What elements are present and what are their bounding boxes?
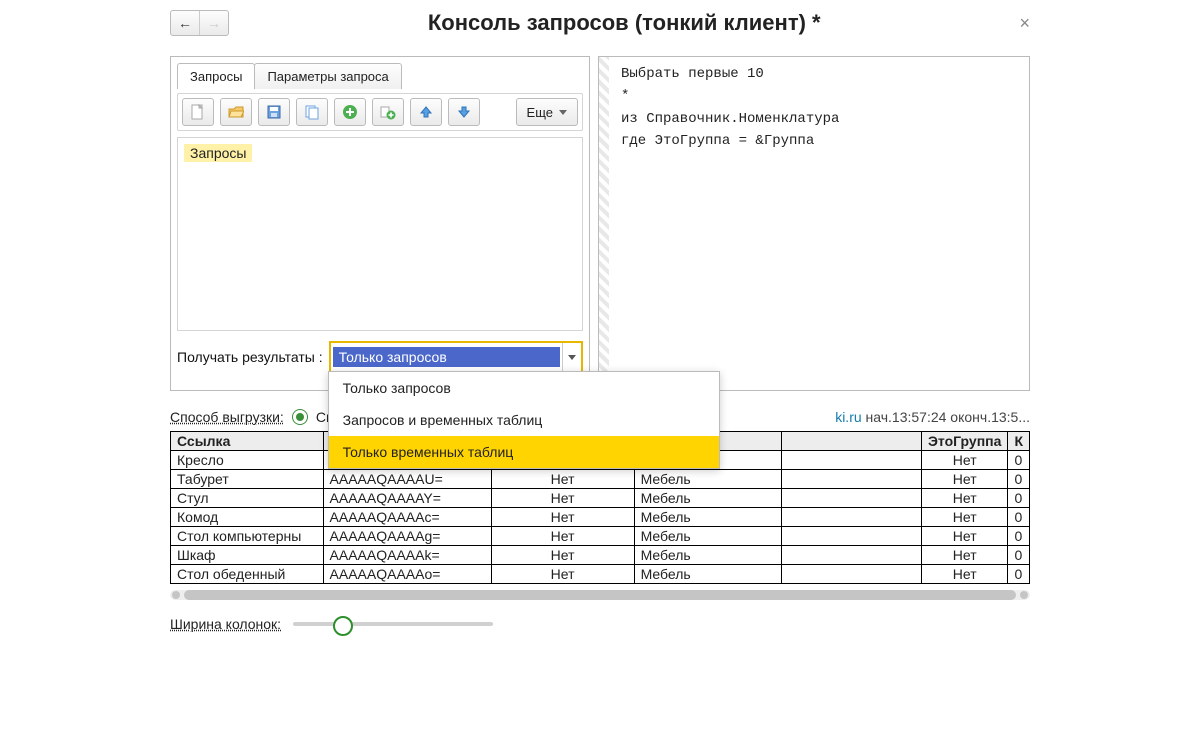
query-text-panel[interactable]: Выбрать первые 10 * из Справочник.Номенк…	[598, 56, 1030, 391]
table-cell: Комод	[171, 508, 324, 527]
table-cell: Стул	[171, 489, 324, 508]
table-row[interactable]: ШкафAAAAAQAAAAk=НетМебельНет0	[171, 546, 1030, 565]
timing-info: нач.13:57:24 оконч.13:5...	[866, 409, 1030, 425]
table-cell: Нет	[921, 565, 1008, 584]
open-icon[interactable]	[220, 98, 252, 126]
column-header[interactable]	[782, 432, 922, 451]
query-gutter	[599, 57, 609, 390]
table-cell: AAAAAQAAAAY=	[323, 489, 491, 508]
table-row[interactable]: СтулAAAAAQAAAAY=НетМебельНет0	[171, 489, 1030, 508]
column-header[interactable]: Ссылка	[171, 432, 324, 451]
table-cell: Нет	[921, 546, 1008, 565]
table-cell: 0	[1008, 565, 1030, 584]
move-down-icon[interactable]	[448, 98, 480, 126]
add-child-icon[interactable]	[372, 98, 404, 126]
table-cell: Нет	[921, 470, 1008, 489]
table-row[interactable]: Стол компьютерныAAAAAQAAAAg=НетМебельНет…	[171, 527, 1030, 546]
chevron-down-icon	[568, 355, 576, 360]
table-cell: 0	[1008, 508, 1030, 527]
column-width-label: Ширина колонок:	[170, 616, 281, 632]
table-cell	[782, 565, 922, 584]
close-button[interactable]: ×	[1019, 13, 1030, 34]
nav-buttons: ← →	[170, 10, 229, 36]
select-dropdown-button[interactable]	[562, 343, 581, 371]
table-cell: 0	[1008, 470, 1030, 489]
column-header[interactable]: ЭтоГруппа	[921, 432, 1008, 451]
table-cell: AAAAAQAAAAo=	[323, 565, 491, 584]
table-cell: Мебель	[634, 508, 782, 527]
source-link[interactable]: ki.ru	[835, 409, 861, 425]
table-cell: Нет	[921, 527, 1008, 546]
table-cell: Мебель	[634, 489, 782, 508]
table-cell: Нет	[491, 489, 634, 508]
option-only-queries[interactable]: Только запросов	[329, 372, 719, 404]
table-cell: Нет	[921, 508, 1008, 527]
column-header[interactable]: К	[1008, 432, 1030, 451]
output-mode-label: Способ выгрузки:	[170, 409, 284, 425]
table-cell	[782, 470, 922, 489]
table-cell	[782, 489, 922, 508]
back-button[interactable]: ←	[171, 11, 200, 35]
queries-panel: Запросы Параметры запроса Еще Запросы	[170, 56, 590, 391]
chevron-down-icon	[559, 110, 567, 115]
table-cell: Стол обеденный	[171, 565, 324, 584]
query-text[interactable]: Выбрать первые 10 * из Справочник.Номенк…	[621, 63, 1021, 153]
table-cell	[782, 527, 922, 546]
forward-button[interactable]: →	[200, 11, 228, 35]
table-cell: Мебель	[634, 470, 782, 489]
new-icon[interactable]	[182, 98, 214, 126]
query-tree[interactable]: Запросы	[177, 137, 583, 331]
select-value: Только запросов	[333, 347, 560, 367]
table-cell: Нет	[491, 527, 634, 546]
copy-icon[interactable]	[296, 98, 328, 126]
table-cell: 0	[1008, 451, 1030, 470]
table-cell: AAAAAQAAAAU=	[323, 470, 491, 489]
table-row[interactable]: КомодAAAAAQAAAAc=НетМебельНет0	[171, 508, 1030, 527]
toolbar: Еще	[177, 93, 583, 131]
table-cell: Стол компьютерны	[171, 527, 324, 546]
table-cell: AAAAAQAAAAk=	[323, 546, 491, 565]
option-queries-and-temp[interactable]: Запросов и временных таблиц	[329, 404, 719, 436]
save-icon[interactable]	[258, 98, 290, 126]
table-row[interactable]: Стол обеденныйAAAAAQAAAAo=НетМебельНет0	[171, 565, 1030, 584]
column-width-slider[interactable]	[293, 622, 493, 626]
result-label: Получать результаты :	[177, 349, 323, 365]
table-cell: Нет	[491, 508, 634, 527]
add-icon[interactable]	[334, 98, 366, 126]
table-row[interactable]: ТабуретAAAAAQAAAAU=НетМебельНет0	[171, 470, 1030, 489]
result-mode-select[interactable]: Только запросов	[329, 341, 583, 373]
page-title: Консоль запросов (тонкий клиент) *	[229, 10, 1019, 36]
table-cell: Мебель	[634, 527, 782, 546]
table-cell: Шкаф	[171, 546, 324, 565]
table-cell: Нет	[491, 546, 634, 565]
table-cell: Табурет	[171, 470, 324, 489]
tab-params[interactable]: Параметры запроса	[254, 63, 401, 89]
table-cell: 0	[1008, 489, 1030, 508]
table-cell: 0	[1008, 527, 1030, 546]
table-cell: Нет	[921, 451, 1008, 470]
table-cell: Кресло	[171, 451, 324, 470]
table-cell: Нет	[921, 489, 1008, 508]
move-up-icon[interactable]	[410, 98, 442, 126]
table-cell	[782, 546, 922, 565]
more-button[interactable]: Еще	[516, 98, 578, 126]
tab-queries[interactable]: Запросы	[177, 63, 255, 89]
table-cell: 0	[1008, 546, 1030, 565]
more-label: Еще	[527, 105, 553, 120]
option-only-temp[interactable]: Только временных таблиц	[329, 436, 719, 468]
table-cell: Нет	[491, 470, 634, 489]
table-cell: Мебель	[634, 546, 782, 565]
table-cell: AAAAAQAAAAc=	[323, 508, 491, 527]
table-cell	[782, 451, 922, 470]
result-mode-dropdown: Только запросов Запросов и временных таб…	[328, 371, 720, 469]
horizontal-scrollbar[interactable]	[170, 590, 1030, 600]
tree-root[interactable]: Запросы	[184, 144, 252, 162]
table-cell: Мебель	[634, 565, 782, 584]
table-cell	[782, 508, 922, 527]
table-cell: AAAAAQAAAAg=	[323, 527, 491, 546]
radio-list[interactable]	[292, 409, 308, 425]
slider-knob[interactable]	[333, 616, 353, 636]
table-cell: Нет	[491, 565, 634, 584]
